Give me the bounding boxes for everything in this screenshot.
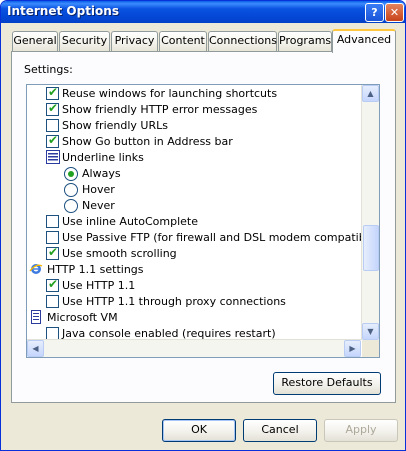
setting-row-use-inline-autocomplete[interactable]: Use inline AutoComplete (27, 214, 361, 230)
radio-dot-icon (68, 171, 74, 177)
setting-row-use-smooth-scrolling[interactable]: ✔ Use smooth scrolling (27, 245, 361, 262)
check-icon: ✔ (48, 245, 59, 259)
setting-row-underline-links: Underline links (27, 150, 361, 166)
tab-privacy[interactable]: Privacy (111, 31, 158, 51)
checkbox[interactable]: ✔ (46, 245, 59, 260)
scroll-right-button[interactable]: ▶ (344, 340, 361, 357)
tab-general[interactable]: General (12, 31, 58, 51)
scroll-up-button[interactable]: ▲ (362, 85, 379, 102)
setting-row-reuse-windows-for-launching-shortcuts[interactable]: ✔ Reuse windows for launching shortcuts (27, 85, 361, 102)
list-settings-icon (46, 150, 60, 164)
setting-row-always[interactable]: Always (27, 166, 361, 182)
close-button[interactable]: ✕ (385, 3, 404, 22)
setting-row-java-console-enabled-requires-restart[interactable]: Java console enabled (requires restart) (27, 326, 361, 340)
settings-label: Settings: (24, 63, 73, 76)
checkbox[interactable] (46, 119, 59, 132)
setting-row-show-friendly-urls[interactable]: Show friendly URLs (27, 118, 361, 134)
setting-row-show-friendly-http-error-messages[interactable]: ✔ Show friendly HTTP error messages (27, 101, 361, 118)
setting-row-use-passive-ftp-for-firewall-and-dsl-modem-compatibility[interactable]: Use Passive FTP (for firewall and DSL mo… (27, 230, 361, 246)
setting-label: Use HTTP 1.1 (62, 279, 136, 292)
check-icon: ✔ (48, 85, 59, 99)
ok-button[interactable]: OK (162, 419, 236, 442)
check-icon: ✔ (48, 101, 59, 115)
setting-label: Microsoft VM (47, 311, 118, 324)
setting-label: Java console enabled (requires restart) (62, 327, 276, 340)
tab-programs[interactable]: Programs (278, 31, 332, 51)
internet-options-window: Internet Options ? ✕ General Security Pr… (0, 0, 406, 451)
horizontal-scrollbar[interactable]: ◀ ▶ (27, 339, 361, 357)
setting-label: Use smooth scrolling (62, 247, 177, 260)
ie-icon (29, 262, 43, 276)
cancel-button[interactable]: Cancel (243, 419, 317, 442)
advanced-panel: Settings: ✔ Reuse windows for launching s… (11, 51, 396, 403)
checkbox[interactable]: ✔ (46, 85, 59, 100)
setting-row-use-http-1-1-through-proxy-connections[interactable]: Use HTTP 1.1 through proxy connections (27, 294, 361, 310)
title-bar[interactable]: Internet Options ? ✕ (1, 1, 405, 23)
settings-list[interactable]: ✔ Reuse windows for launching shortcuts ✔ S… (26, 84, 380, 358)
setting-label: Never (82, 199, 115, 212)
settings-list-items: ✔ Reuse windows for launching shortcuts ✔ S… (27, 85, 361, 340)
help-button[interactable]: ? (365, 3, 384, 22)
setting-row-hover[interactable]: Hover (27, 182, 361, 198)
setting-label: Underline links (62, 151, 144, 164)
checkbox[interactable] (46, 215, 59, 228)
setting-label: Use inline AutoComplete (62, 215, 198, 228)
setting-row-show-go-button-in-address-bar[interactable]: ✔ Show Go button in Address bar (27, 133, 361, 150)
setting-label: Show friendly HTTP error messages (62, 103, 258, 116)
tab-advanced[interactable]: Advanced (332, 29, 396, 53)
tab-content[interactable]: Content (159, 31, 207, 51)
setting-label: Hover (82, 183, 115, 196)
scroll-down-button[interactable]: ▼ (362, 323, 379, 340)
radio-button[interactable] (64, 199, 78, 213)
checkbox[interactable] (46, 295, 59, 308)
checkbox[interactable]: ✔ (46, 101, 59, 116)
window-title: Internet Options (7, 4, 119, 18)
radio-button[interactable] (64, 167, 78, 181)
tab-security[interactable]: Security (59, 31, 110, 51)
setting-label: Always (82, 167, 121, 180)
restore-defaults-button[interactable]: Restore Defaults (273, 372, 381, 395)
check-icon: ✔ (48, 133, 59, 147)
tab-connections[interactable]: Connections (208, 31, 277, 51)
setting-label: Use Passive FTP (for firewall and DSL mo… (62, 231, 361, 244)
setting-label: Show friendly URLs (62, 119, 168, 132)
setting-label: Show Go button in Address bar (62, 135, 233, 148)
setting-label: Use HTTP 1.1 through proxy connections (62, 295, 286, 308)
setting-row-never[interactable]: Never (27, 198, 361, 214)
checkbox[interactable] (46, 231, 59, 244)
check-icon: ✔ (48, 277, 59, 291)
scroll-corner (362, 340, 379, 357)
setting-row-microsoft-vm: Microsoft VM (27, 310, 361, 326)
tab-strip: General Security Privacy Content Connect… (1, 29, 405, 53)
checkbox[interactable]: ✔ (46, 133, 59, 148)
setting-label: HTTP 1.1 settings (47, 263, 144, 276)
checkbox[interactable]: ✔ (46, 277, 59, 292)
vertical-scrollbar[interactable]: ▲ ▼ (361, 85, 379, 340)
setting-row-http-1-1-settings: HTTP 1.1 settings (27, 262, 361, 278)
document-icon (29, 310, 43, 324)
setting-row-use-http-1-1[interactable]: ✔ Use HTTP 1.1 (27, 277, 361, 294)
radio-button[interactable] (64, 183, 78, 197)
setting-label: Reuse windows for launching shortcuts (62, 87, 278, 100)
scroll-left-button[interactable]: ◀ (27, 340, 44, 357)
apply-button[interactable]: Apply (324, 419, 398, 442)
scroll-thumb[interactable] (363, 225, 379, 271)
